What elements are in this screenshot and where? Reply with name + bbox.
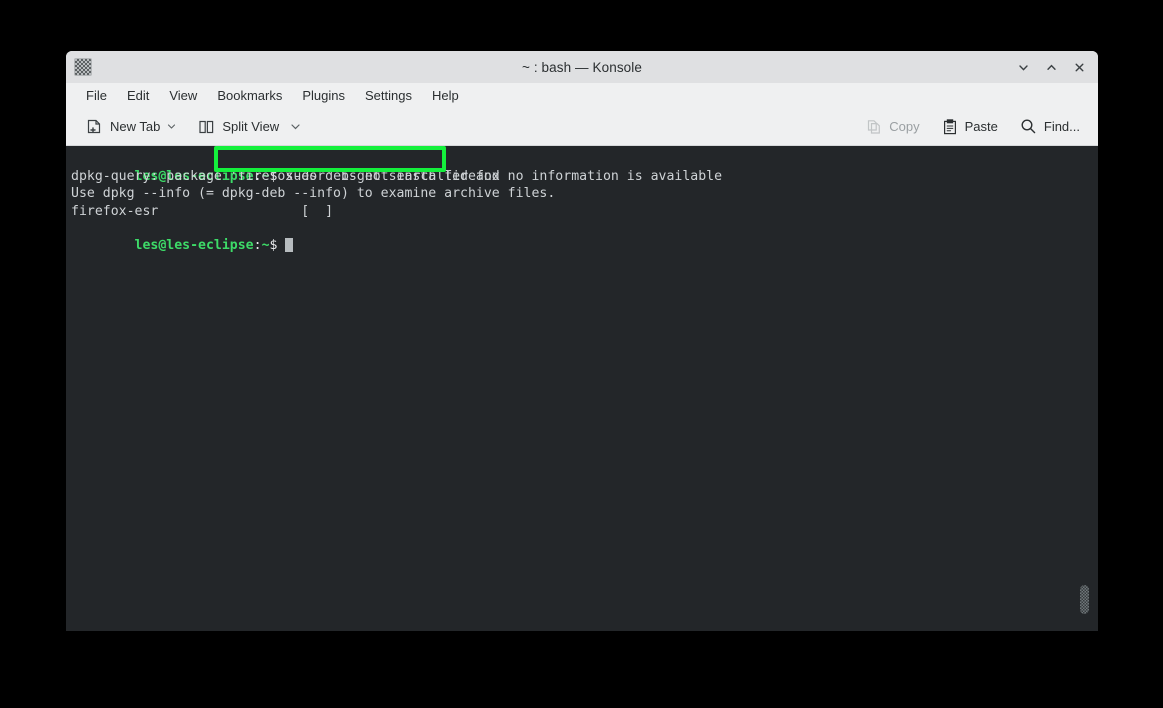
toolbar: New Tab Split View Copy Paste Find...	[66, 108, 1098, 146]
new-tab-chevron-down-icon[interactable]	[167, 122, 176, 132]
menu-item-bookmarks[interactable]: Bookmarks	[207, 85, 292, 106]
menu-item-plugins[interactable]: Plugins	[292, 85, 355, 106]
minimize-button[interactable]	[1010, 55, 1036, 79]
prompt-userhost: les@les-eclipse	[134, 237, 254, 253]
copy-label: Copy	[889, 119, 920, 134]
window-titlebar[interactable]: ~ : bash — Konsole	[66, 51, 1098, 83]
menu-item-settings[interactable]: Settings	[355, 85, 422, 106]
window-controls	[1010, 55, 1092, 79]
split-view-label: Split View	[222, 119, 280, 134]
prompt-path: ~	[261, 237, 270, 253]
terminal-line: les@les-eclipse:~$ sudo deb-get search f…	[69, 151, 1098, 184]
window-title: ~ : bash — Konsole	[522, 59, 642, 75]
terminal-line: firefox-esr [ ]	[71, 203, 334, 219]
copy-icon	[866, 119, 882, 135]
toolbar-left-group: New Tab Split View	[80, 114, 307, 139]
find-button[interactable]: Find...	[1014, 114, 1086, 139]
menubar: File Edit View Bookmarks Plugins Setting…	[66, 83, 1098, 108]
new-tab-button[interactable]: New Tab	[80, 114, 182, 139]
copy-button[interactable]: Copy	[860, 115, 925, 139]
paste-label: Paste	[964, 119, 998, 134]
terminal-output-area[interactable]: les@les-eclipse:~$ sudo deb-get search f…	[66, 146, 1098, 631]
terminal-scrollbar-grip[interactable]	[1080, 585, 1089, 614]
terminal-line: Use dpkg --info (= dpkg-deb --info) to e…	[71, 186, 556, 202]
konsole-window: ~ : bash — Konsole File Edit View Bookma…	[66, 51, 1098, 631]
desktop-background: ~ : bash — Konsole File Edit View Bookma…	[0, 0, 1163, 708]
new-tab-icon	[86, 118, 103, 135]
find-label: Find...	[1043, 119, 1080, 134]
terminal-cursor	[285, 237, 294, 252]
paste-icon	[942, 118, 958, 135]
toolbar-right-group: Copy Paste Find...	[860, 114, 1086, 139]
terminal-line: les@les-eclipse:~$	[69, 220, 1098, 253]
search-icon	[1020, 118, 1037, 135]
menu-item-help[interactable]: Help	[422, 85, 469, 106]
split-view-button[interactable]: Split View	[192, 115, 307, 139]
split-view-icon	[198, 119, 215, 135]
konsole-icon	[74, 58, 92, 76]
menu-item-file[interactable]: File	[76, 85, 117, 106]
split-view-chevron-down-icon[interactable]	[290, 121, 301, 132]
menu-item-edit[interactable]: Edit	[117, 85, 159, 106]
paste-button[interactable]: Paste	[936, 115, 1004, 139]
terminal-line: dpkg-query: package 'firefox-esr' is not…	[71, 169, 723, 185]
prompt-colon: :	[253, 237, 262, 253]
close-button[interactable]	[1066, 55, 1092, 79]
menu-item-view[interactable]: View	[159, 85, 207, 106]
maximize-button[interactable]	[1038, 55, 1064, 79]
new-tab-label: New Tab	[110, 119, 161, 134]
